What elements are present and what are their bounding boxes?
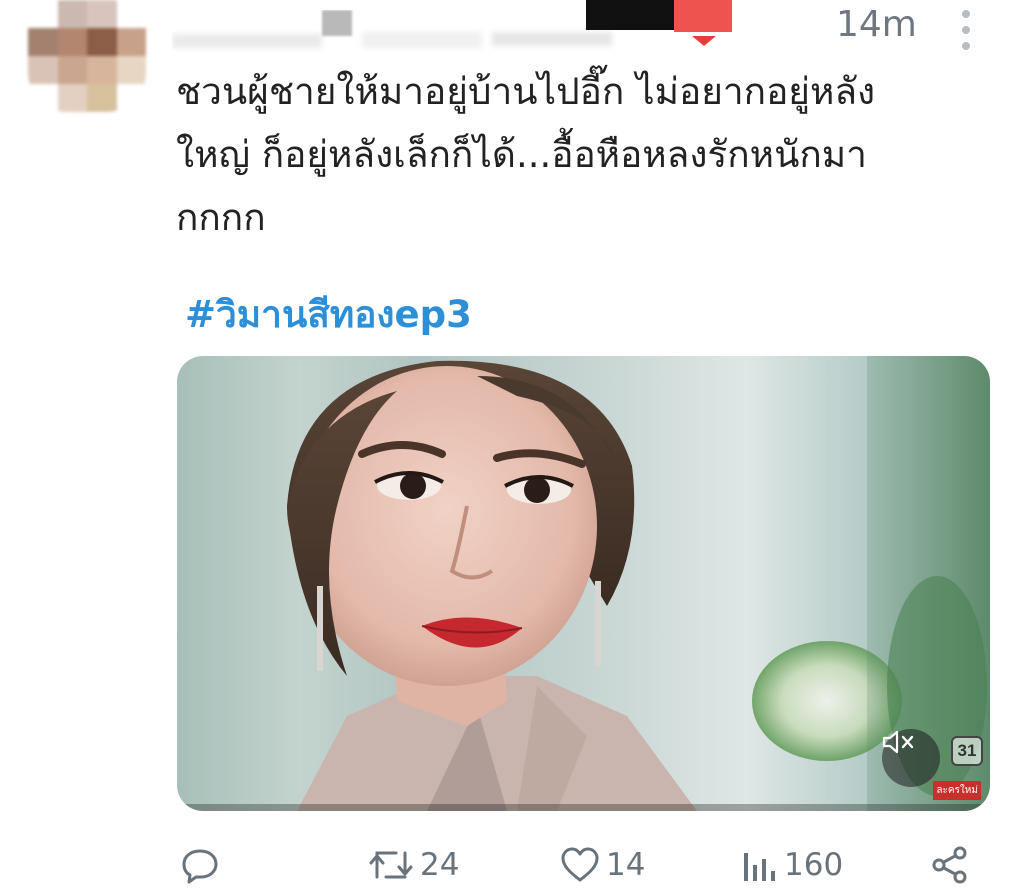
retweet-icon	[369, 851, 413, 879]
video-player[interactable]: 31 ละครใหม่	[177, 356, 990, 811]
tweet-text: ชวนผู้ชายให้มาอยู่บ้านไปอี๊ก ไม่อยากอยู่…	[176, 60, 976, 249]
channel-number: 31	[951, 736, 983, 766]
redaction-block	[674, 0, 732, 32]
redaction-block	[586, 0, 674, 30]
heart-icon	[561, 847, 599, 882]
channel-tag: ละครใหม่	[933, 781, 981, 800]
tweet-text-line: กกกก	[176, 196, 266, 239]
tweet-text-line: ใหญ่ ก็อยู่หลังเล็กก็ได้...อื้อหือหลงรัก…	[176, 133, 867, 176]
share-icon	[932, 846, 967, 884]
like-button[interactable]: 14	[560, 838, 645, 892]
tweet-text-line: ชวนผู้ชายให้มาอยู่บ้านไปอี๊ก ไม่อยากอยู่…	[176, 70, 876, 113]
author-name-redacted[interactable]	[172, 10, 642, 52]
more-options-icon[interactable]	[956, 10, 976, 50]
video-frame	[177, 356, 990, 811]
channel-logo: 31 ละครใหม่	[911, 734, 983, 800]
views-icon	[744, 853, 775, 881]
timestamp[interactable]: 14m	[836, 4, 917, 45]
avatar[interactable]	[28, 0, 146, 112]
reply-icon	[182, 849, 218, 884]
hashtag-link[interactable]: #วิมานสีทองep3	[185, 285, 472, 344]
tweet: 14m ชวนผู้ชายให้มาอยู่บ้านไปอี๊ก ไม่อยาก…	[0, 0, 1024, 894]
redaction-arrow	[692, 36, 716, 46]
like-count: 14	[606, 847, 646, 883]
action-bar: 24 14 160	[0, 838, 1024, 892]
views-button[interactable]: 160	[742, 838, 843, 892]
retweet-count: 24	[420, 847, 460, 883]
reply-button[interactable]	[180, 838, 226, 892]
share-button[interactable]	[930, 838, 970, 892]
retweet-button[interactable]: 24	[368, 838, 459, 892]
views-count: 160	[784, 847, 844, 883]
